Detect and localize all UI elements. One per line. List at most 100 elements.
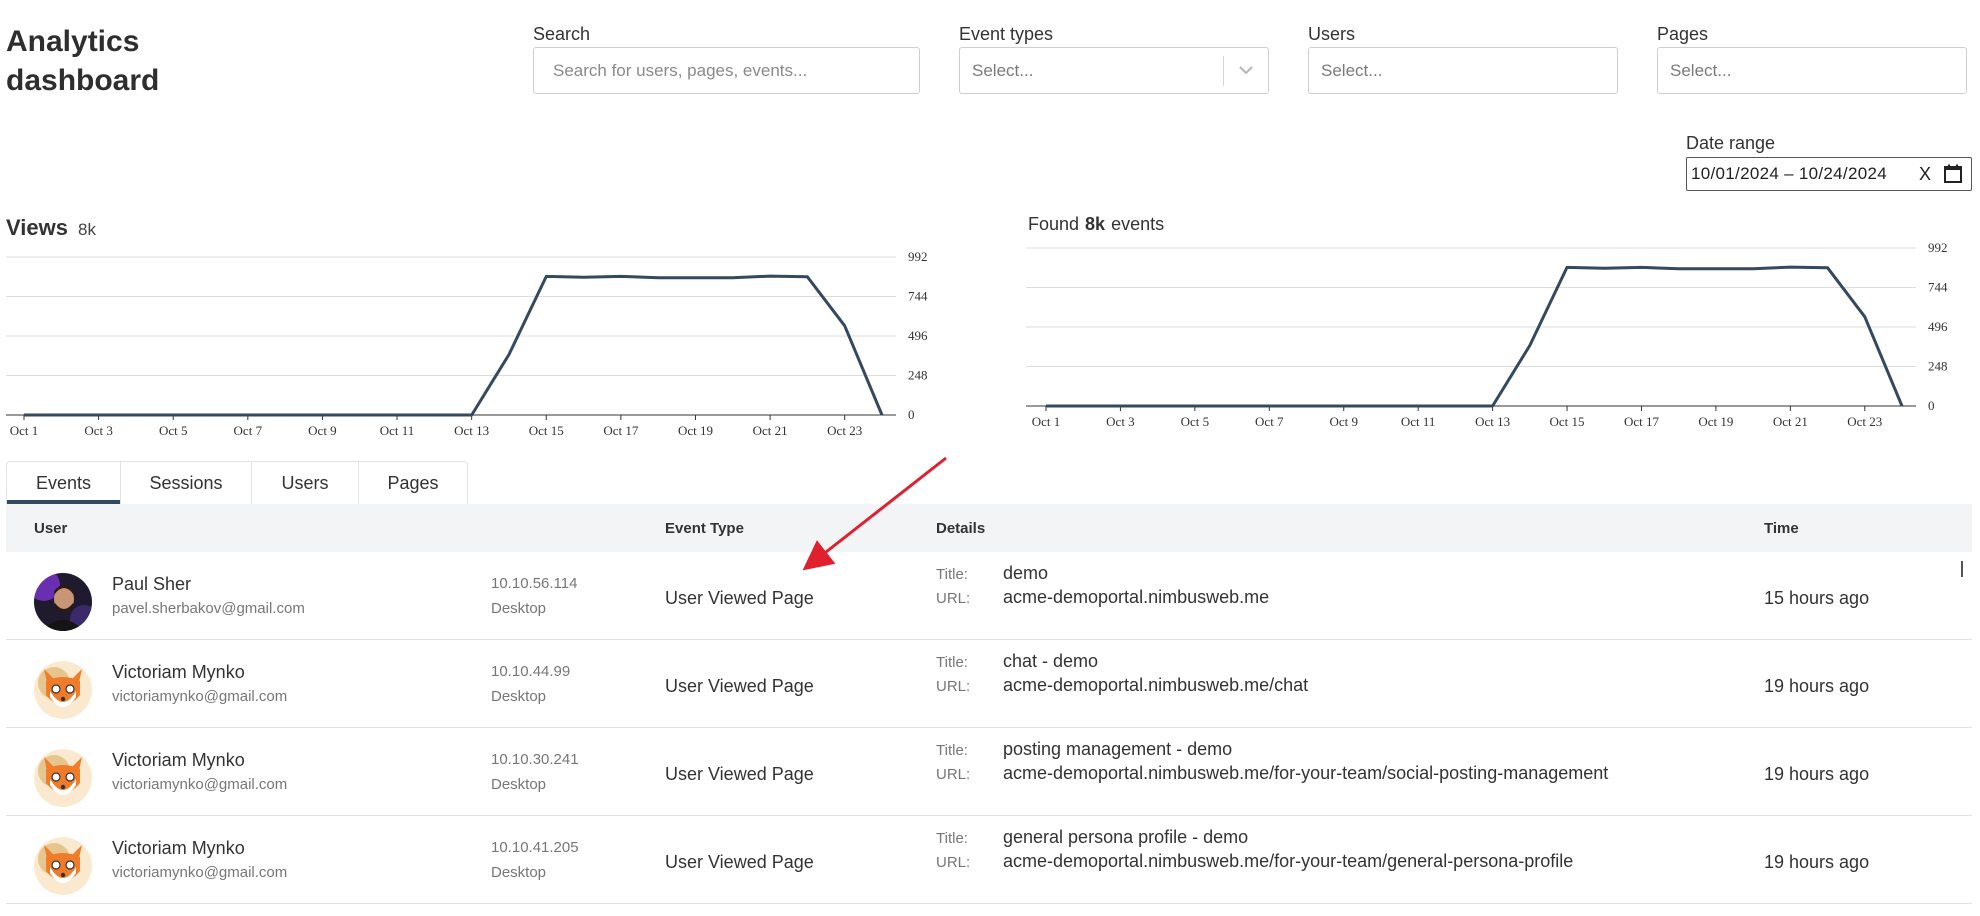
x-tick-label: Oct 13 — [454, 423, 489, 438]
event-type: User Viewed Page — [665, 764, 814, 784]
tab-sessions[interactable]: Sessions — [121, 462, 252, 504]
views-chart-header: Views 8k — [6, 215, 96, 241]
x-tick-label: Oct 1 — [1032, 414, 1061, 429]
users-label: Users — [1308, 24, 1356, 44]
events-found-prefix: Found — [1028, 214, 1080, 234]
user-email: pavel.sherbakov@gmail.com — [112, 600, 305, 617]
events-chart: 0 248 496 744 992 Oct 1 Oct 3 Oct 5 Oct 7 Oct 9 Oc… — [1026, 240, 1948, 429]
column-header-time[interactable]: Time — [1764, 520, 1799, 537]
views-chart: 0 248 496 744 992 Oct 1 Oct 3 Oct 5 Oct 7 Oct 9 Oc… — [6, 249, 928, 438]
device-type: Desktop — [491, 776, 547, 793]
details-title-label: Title: — [936, 566, 968, 583]
search-input[interactable] — [534, 60, 919, 81]
ip-address: 10.10.56.114 — [491, 575, 578, 592]
tab-users[interactable]: Users — [252, 462, 359, 504]
users-select[interactable]: Select... — [1308, 47, 1618, 94]
x-tick-label: Oct 7 — [234, 423, 263, 438]
details-url[interactable]: acme-demoportal.nimbusweb.me — [1003, 587, 1269, 608]
event-type: User Viewed Page — [665, 676, 814, 696]
details-title: general persona profile - demo — [1003, 827, 1249, 847]
details-url[interactable]: acme-demoportal.nimbusweb.me/for-your-te… — [1003, 851, 1573, 872]
user-email: victoriamynko@gmail.com — [112, 688, 288, 705]
user-name[interactable]: Victoriam Mynko — [112, 662, 245, 683]
pages-label: Pages — [1657, 24, 1709, 44]
events-table: User Event Type Details Time Paul Sher p… — [6, 504, 1972, 904]
fox-icon — [34, 749, 92, 807]
device-type: Desktop — [491, 864, 547, 881]
details-url[interactable]: acme-demoportal.nimbusweb.me/chat — [1003, 675, 1308, 696]
views-total: 8k — [77, 220, 96, 239]
views-title: Views — [6, 215, 68, 240]
details-title: chat - demo — [1003, 651, 1099, 671]
clear-date-button[interactable]: X — [1911, 164, 1939, 185]
y-tick-label: 0 — [908, 407, 915, 422]
user-email: victoriamynko@gmail.com — [112, 776, 288, 793]
tab-pages[interactable]: Pages — [359, 462, 467, 504]
details-title-label: Title: — [936, 830, 968, 847]
details-url-label: URL: — [936, 854, 971, 871]
x-tick-label: Oct 9 — [308, 423, 337, 438]
details-title: posting management - demo — [1003, 739, 1233, 759]
y-tick-label: 992 — [908, 249, 928, 264]
tab-events[interactable]: Events — [7, 462, 121, 504]
x-tick-label: Oct 15 — [529, 423, 564, 438]
details-url-label: URL: — [936, 766, 971, 783]
avatar — [34, 573, 92, 631]
ip-address: 10.10.41.205 — [491, 839, 579, 856]
table-row[interactable]: Victoriam Mynko victoriamynko@gmail.com … — [6, 816, 1972, 904]
page-title: Analytics dashboard — [6, 22, 159, 100]
details-url-label: URL: — [936, 590, 971, 607]
table-row[interactable]: Victoriam Mynko victoriamynko@gmail.com … — [6, 640, 1972, 728]
search-field[interactable] — [533, 47, 920, 94]
page-title-line1: Analytics — [6, 25, 140, 58]
x-tick-label: Oct 23 — [827, 423, 862, 438]
y-tick-label: 0 — [1928, 398, 1935, 413]
event-types-label: Event types — [959, 24, 1054, 44]
y-tick-label: 496 — [1928, 319, 1948, 334]
event-types-placeholder: Select... — [972, 60, 1034, 80]
column-header-event-type[interactable]: Event Type — [665, 520, 744, 537]
details-url-label: URL: — [936, 678, 971, 695]
user-name[interactable]: Victoriam Mynko — [112, 750, 245, 771]
chevron-down-icon[interactable] — [1224, 48, 1268, 93]
events-found-count: 8k — [1085, 214, 1106, 234]
scrollbar[interactable] — [1961, 561, 1963, 577]
x-tick-label: Oct 17 — [1624, 414, 1660, 429]
event-time: 15 hours ago — [1764, 588, 1870, 608]
table-row[interactable]: Victoriam Mynko victoriamynko@gmail.com … — [6, 728, 1972, 816]
device-type: Desktop — [491, 600, 547, 617]
column-header-user[interactable]: User — [34, 520, 67, 537]
table-row[interactable]: Paul Sher pavel.sherbakov@gmail.com 10.1… — [6, 552, 1972, 640]
users-placeholder: Select... — [1321, 60, 1383, 80]
ip-address: 10.10.44.99 — [491, 663, 571, 680]
x-tick-label: Oct 21 — [753, 423, 788, 438]
date-range-label: Date range — [1686, 133, 1776, 153]
ip-address: 10.10.30.241 — [491, 751, 579, 768]
y-tick-label: 744 — [908, 289, 928, 304]
events-found-suffix: events — [1111, 214, 1165, 234]
column-header-details[interactable]: Details — [936, 520, 985, 537]
details-url[interactable]: acme-demoportal.nimbusweb.me/for-your-te… — [1003, 763, 1608, 784]
date-range-value[interactable]: 10/01/2024 – 10/24/2024 — [1691, 164, 1911, 184]
event-time: 19 hours ago — [1764, 852, 1870, 872]
x-tick-label: Oct 15 — [1550, 414, 1585, 429]
view-tabs: Events Sessions Users Pages — [6, 461, 468, 504]
device-type: Desktop — [491, 688, 547, 705]
x-tick-label: Oct 1 — [10, 423, 39, 438]
calendar-icon[interactable] — [1939, 161, 1967, 187]
pages-select[interactable]: Select... — [1657, 47, 1967, 94]
details-title-label: Title: — [936, 742, 968, 759]
details-title: demo — [1003, 563, 1049, 583]
x-tick-label: Oct 21 — [1773, 414, 1808, 429]
y-tick-label: 248 — [1928, 359, 1948, 374]
date-range-field[interactable]: 10/01/2024 – 10/24/2024 X — [1686, 157, 1972, 191]
x-tick-label: Oct 5 — [1181, 414, 1210, 429]
event-time: 19 hours ago — [1764, 676, 1870, 696]
user-name[interactable]: Paul Sher — [112, 574, 191, 595]
x-tick-label: Oct 11 — [380, 423, 415, 438]
y-tick-label: 496 — [908, 328, 928, 343]
user-name[interactable]: Victoriam Mynko — [112, 838, 245, 859]
x-tick-label: Oct 19 — [1698, 414, 1733, 429]
event-types-select[interactable]: Select... — [959, 47, 1269, 94]
x-tick-label: Oct 19 — [678, 423, 713, 438]
